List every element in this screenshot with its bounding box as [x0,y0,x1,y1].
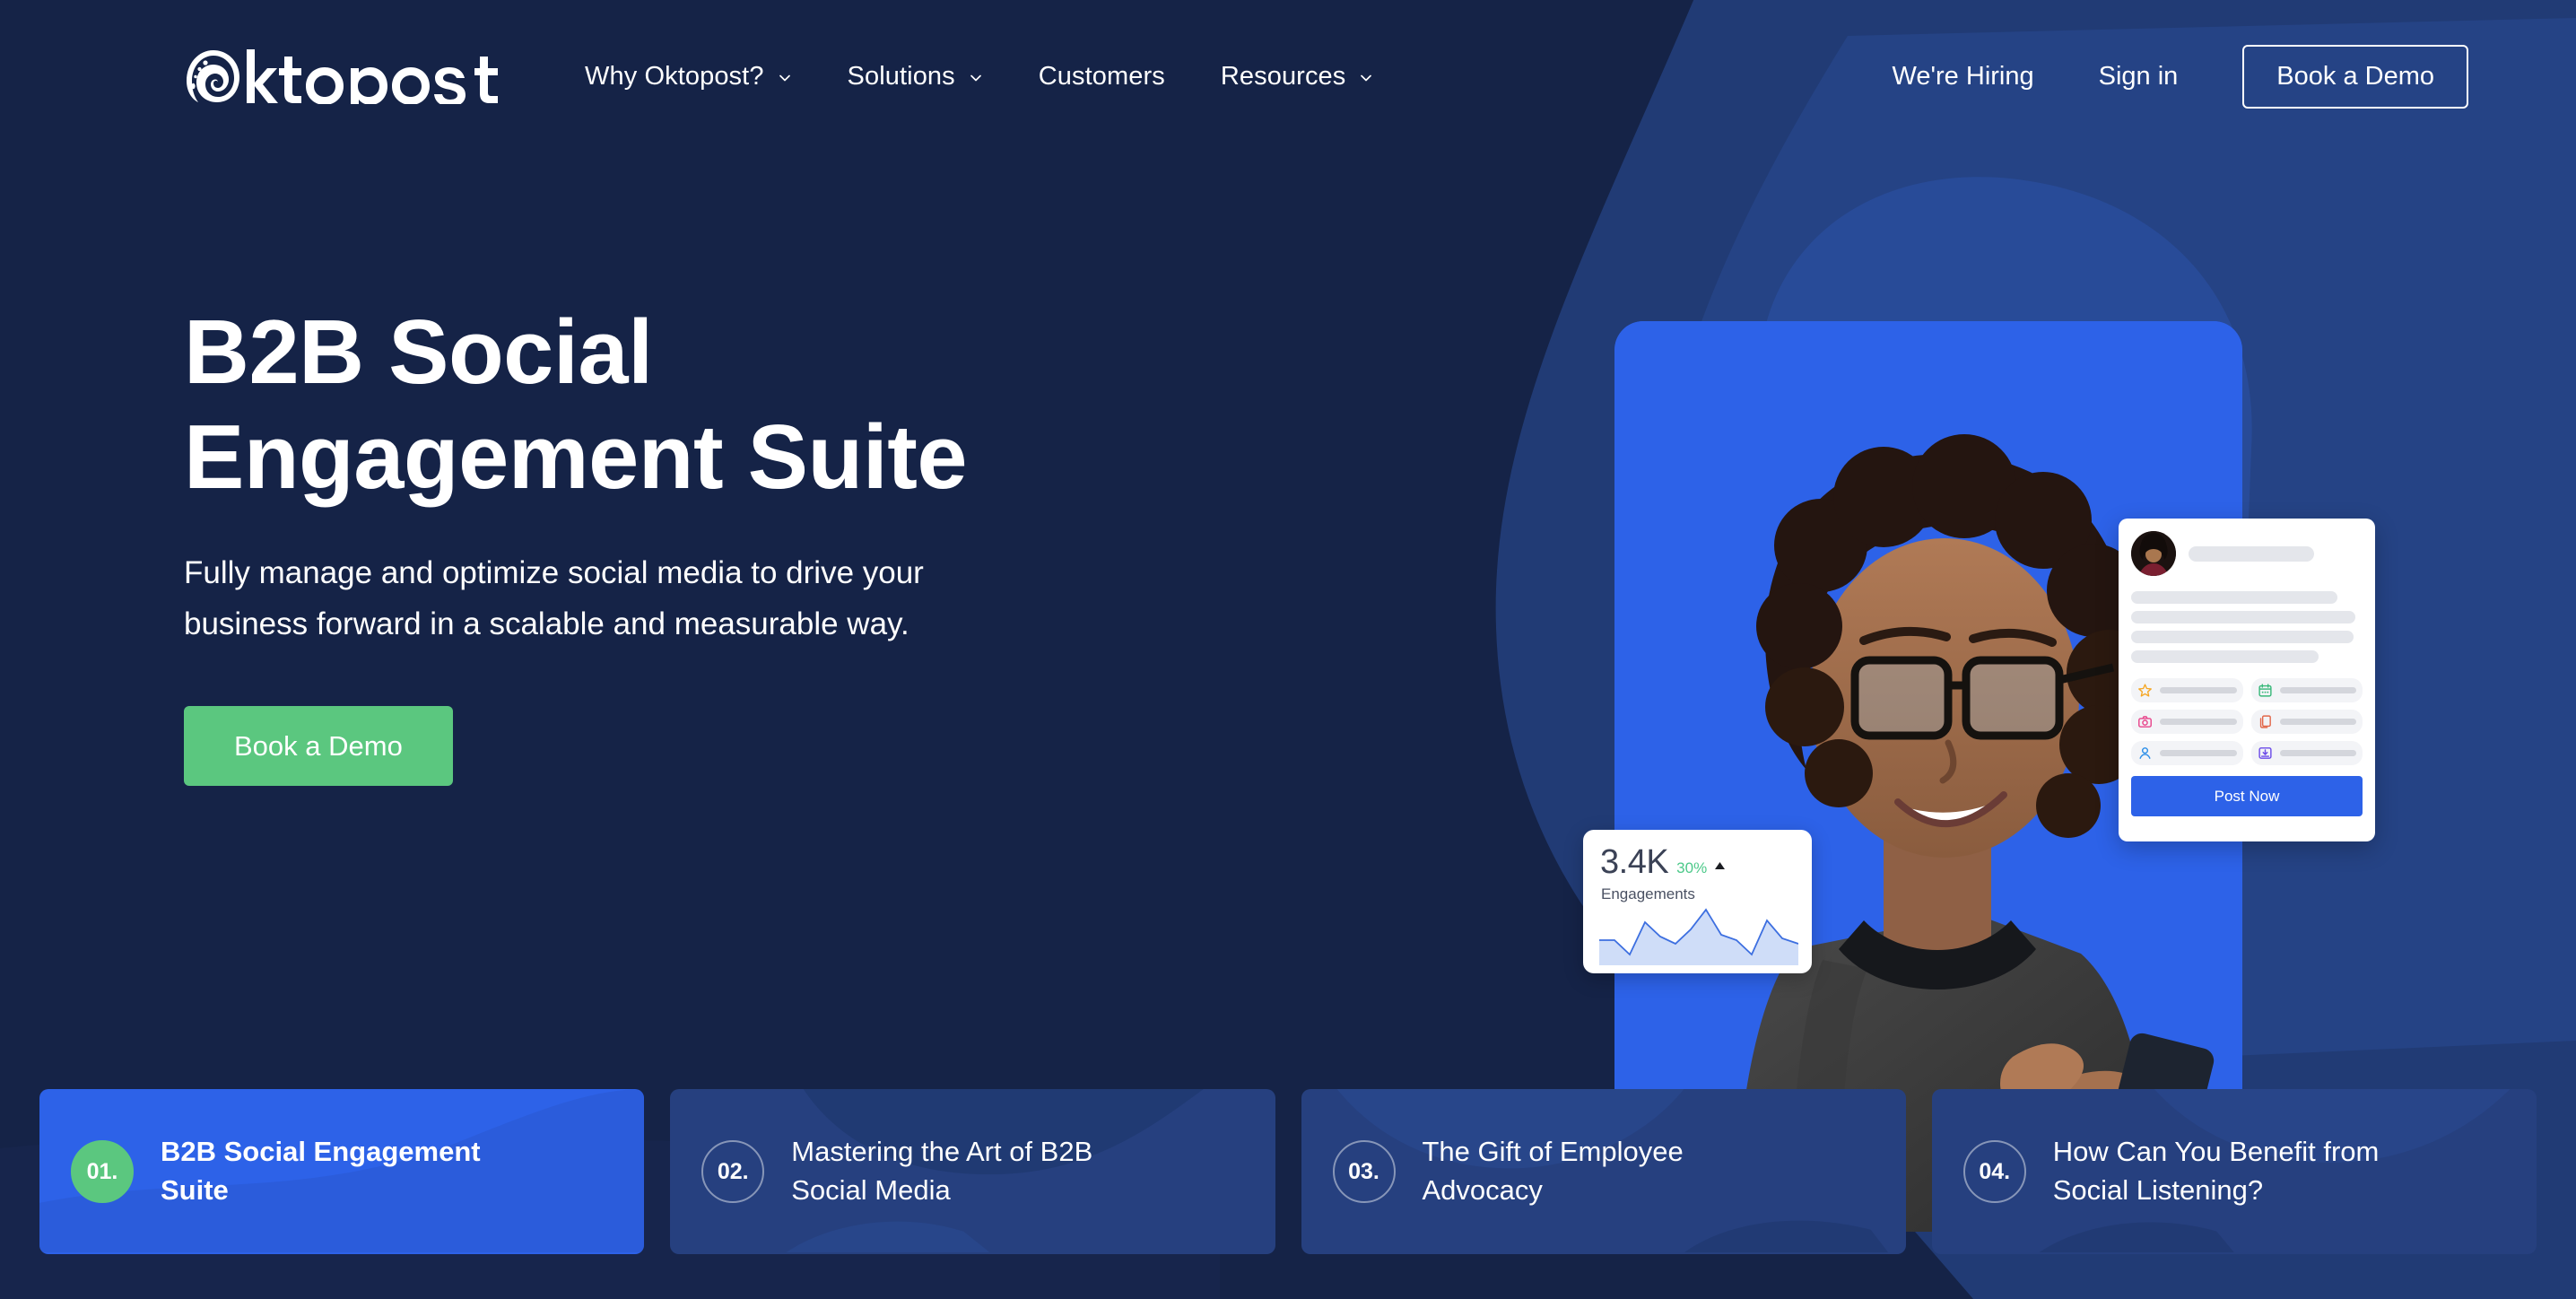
composer-option-calendar[interactable] [2250,678,2363,702]
hero-page: Why Oktopost? Solutions Customers Resour… [0,0,2576,1299]
card-title: Mastering the Art of B2B Social Media [791,1136,1093,1206]
post-now-button[interactable]: Post Now [2131,776,2363,816]
composer-option-person[interactable] [2131,741,2243,765]
card-title: The Gift of Employee Advocacy [1422,1136,1684,1206]
card-title: How Can You Benefit from Social Listenin… [2052,1136,2380,1206]
header-book-demo-button[interactable]: Book a Demo [2242,44,2468,109]
stat-delta: 30% [1676,859,1708,876]
hero-book-demo-button[interactable]: Book a Demo [184,705,453,786]
hero-subtitle: Fully manage and optimize social media t… [184,555,924,641]
page-title: B2B Social Engagement Suite [184,302,968,509]
chevron-down-icon [778,71,792,85]
header-actions: We're Hiring Sign in Book a Demo [1893,0,2468,153]
nav-item-label: Customers [1038,61,1165,91]
site-header: Why Oktopost? Solutions Customers Resour… [0,0,2576,153]
placeholder-line [2131,631,2354,643]
engagements-stat-card: 3.4K 30% Engagements [1583,830,1812,973]
composer-author-placeholder [2189,545,2314,562]
caret-up-icon [1714,859,1726,875]
camera-icon [2138,716,2152,728]
stat-label: Engagements [1601,885,1695,902]
composer-option-image-download[interactable] [2250,741,2363,765]
oktopost-logo-icon [187,49,498,104]
placeholder-line [2131,650,2319,663]
composer-option-star[interactable] [2131,678,2243,702]
chevron-down-icon [1359,71,1373,85]
calendar-icon [2258,684,2272,697]
option-label-placeholder [2279,750,2356,756]
user-avatar-photo [2131,531,2176,576]
card-number-badge: 01. [71,1140,134,1203]
option-label-placeholder [2160,750,2237,756]
card-title: B2B Social Engagement Suite [161,1136,481,1206]
card-number-badge: 02. [701,1140,765,1203]
placeholder-line [2131,591,2337,604]
nav-card-03[interactable]: 03. The Gift of Employee Advocacy [1301,1089,1906,1254]
card-number-badge: 04. [1962,1140,2026,1203]
star-icon [2138,684,2152,697]
nav-item-why-oktopost[interactable]: Why Oktopost? [585,53,792,100]
copy-icon [2259,715,2271,728]
person-icon [2139,747,2151,759]
nav-item-label: Resources [1220,61,1346,91]
main-navigation: Why Oktopost? Solutions Customers Resour… [585,53,1429,100]
active-card-pointer [344,1089,388,1092]
card-number-badge: 03. [1332,1140,1396,1203]
nav-item-label: Solutions [847,61,955,91]
nav-link-signin[interactable]: Sign in [2099,62,2179,92]
chevron-down-icon [969,71,983,85]
engagements-sparkline [1599,908,1798,965]
nav-item-label: Why Oktopost? [585,61,764,91]
stat-header: 3.4K 30% [1583,830,1812,879]
nav-card-02[interactable]: 02. Mastering the Art of B2B Social Medi… [670,1089,1275,1254]
nav-item-solutions[interactable]: Solutions [848,53,983,100]
composer-option-copy[interactable] [2250,710,2363,734]
composer-text-placeholder [2131,591,2363,663]
image-download-icon [2258,747,2272,759]
nav-card-01[interactable]: 01. B2B Social Engagement Suite [39,1089,645,1254]
section-nav-cards: 01. B2B Social Engagement Suite 02. Mast… [39,1070,2537,1254]
nav-item-resources[interactable]: Resources [1221,53,1374,100]
hero-content: B2B Social Engagement Suite Fully manage… [184,301,1260,786]
hero-visual: 3.4K 30% Engagements Post Now [1471,117,2576,1232]
avatar [2131,531,2176,576]
composer-options-grid [2131,678,2363,765]
oktopost-logo[interactable] [184,48,502,105]
composer-header [2131,531,2363,576]
nav-card-04[interactable]: 04. How Can You Benefit from Social List… [1931,1089,2537,1254]
stat-value: 3.4K [1600,843,1669,881]
placeholder-line [2131,611,2356,623]
nav-link-hiring[interactable]: We're Hiring [1893,62,2034,92]
option-label-placeholder [2160,719,2237,725]
option-label-placeholder [2279,687,2356,693]
post-composer-card: Post Now [2119,519,2375,841]
composer-option-camera[interactable] [2131,710,2243,734]
option-label-placeholder [2279,719,2356,725]
nav-item-customers[interactable]: Customers [1039,53,1165,100]
option-label-placeholder [2160,687,2237,693]
